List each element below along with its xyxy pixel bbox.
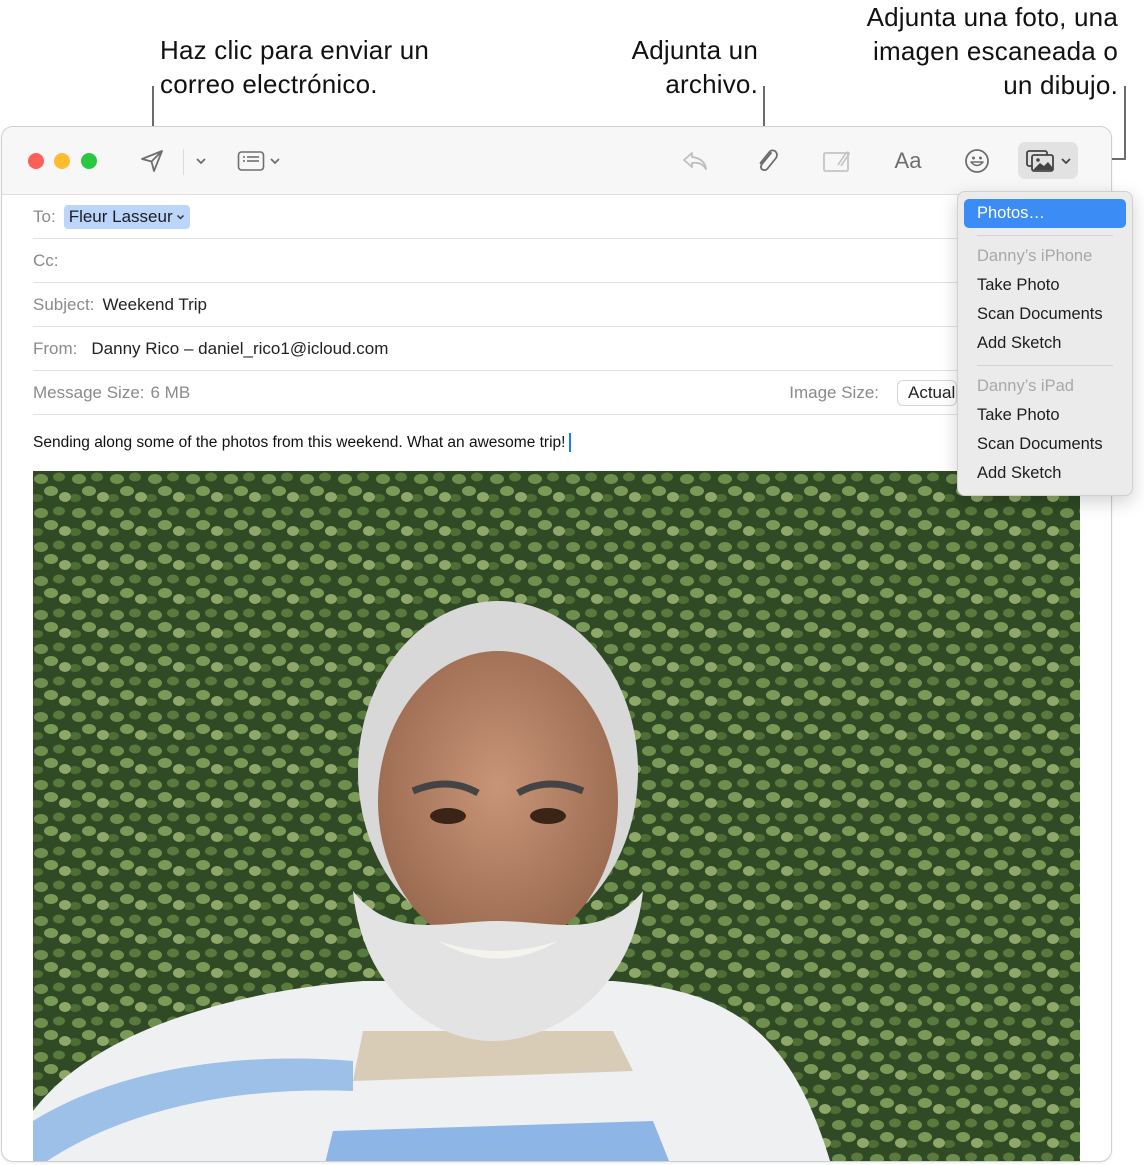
markup-button[interactable] [820, 145, 854, 177]
attach-button[interactable] [750, 145, 784, 177]
emoji-button[interactable] [960, 145, 994, 177]
chevron-down-icon [270, 158, 280, 165]
close-button[interactable] [28, 153, 44, 169]
callout-send-line-1: Haz clic para enviar un [160, 35, 430, 65]
callout-photo-pointer-v [1124, 86, 1126, 160]
menu-header-ipad: Danny’s iPad [977, 377, 1074, 395]
photo-browser-icon [1025, 149, 1054, 172]
menu-header-iphone: Danny’s iPhone [977, 247, 1093, 265]
message-body[interactable]: Sending along some of the photos from th… [33, 433, 572, 452]
menu-item-photos[interactable]: Photos… [964, 199, 1126, 228]
to-field[interactable]: To: Fleur Lasseur [33, 195, 1111, 239]
toolbar-separator [183, 149, 184, 175]
size-row: Message Size: 6 MB Image Size: Actual Si… [33, 371, 1111, 415]
paperclip-icon [759, 149, 778, 172]
subject-label: Subject: [33, 294, 95, 314]
reply-button[interactable] [678, 145, 712, 177]
menu-separator [977, 365, 1113, 366]
text-cursor [569, 433, 572, 452]
chevron-down-icon [176, 214, 184, 220]
message-body-text: Sending along some of the photos from th… [33, 433, 566, 451]
menu-item-iphone-add-sketch[interactable]: Add Sketch [964, 329, 1126, 358]
callout-attach-line-2: archivo. [665, 69, 758, 99]
callout-attach: Adjunta un archivo. [600, 33, 758, 101]
image-size-label: Image Size: [789, 382, 879, 402]
format-icon: Aa [894, 148, 922, 173]
menu-item-ipad-take-photo[interactable]: Take Photo [964, 401, 1126, 430]
header-fields-icon [237, 151, 265, 171]
attached-photo[interactable] [33, 471, 1080, 1161]
from-label: From: [33, 338, 78, 358]
minimize-button[interactable] [54, 153, 70, 169]
chevron-down-icon [1060, 157, 1071, 164]
format-button[interactable]: Aa [890, 145, 926, 177]
to-label: To: [33, 206, 56, 226]
photo-image [33, 471, 1080, 1161]
callout-attach-line-1: Adjunta un [631, 35, 758, 65]
from-field[interactable]: From: Danny Rico – daniel_rico1@icloud.c… [33, 327, 1111, 371]
callout-send-line-2: correo electrónico. [160, 69, 378, 99]
emoji-icon [965, 149, 989, 173]
header-fields-button[interactable] [234, 145, 284, 177]
callout-photo-line-1: Adjunta una foto, una [866, 2, 1118, 32]
toolbar: Aa [2, 127, 1111, 195]
chevron-down-icon [196, 158, 206, 165]
zoom-button[interactable] [81, 153, 97, 169]
recipient-name: Fleur Lasseur [68, 206, 173, 226]
menu-item-ipad-scan-documents[interactable]: Scan Documents [964, 430, 1126, 459]
reply-icon [683, 152, 707, 170]
send-button[interactable] [136, 145, 168, 177]
recipient-token[interactable]: Fleur Lasseur [63, 204, 190, 229]
callout-send: Haz clic para enviar un correo electróni… [160, 33, 429, 101]
subject-field[interactable]: Subject: Weekend Trip [33, 283, 1111, 327]
markup-icon [823, 151, 850, 172]
compose-window: Aa To: Fleur Lasseur Cc: Subject: Weeken… [1, 126, 1112, 1162]
menu-separator [977, 235, 1113, 236]
from-value[interactable]: Danny Rico – daniel_rico1@icloud.com [91, 339, 388, 359]
callout-photo-line-3: un dibujo. [1003, 70, 1118, 100]
photo-menu: Photos… Danny’s iPhone Take Photo Scan D… [957, 191, 1133, 496]
callout-photo-line-2: imagen escaneada o [872, 36, 1118, 66]
send-options-button[interactable] [192, 145, 210, 177]
cc-label: Cc: [33, 250, 59, 270]
callout-photo: Adjunta una foto, una imagen escaneada o… [820, 0, 1118, 102]
menu-item-iphone-take-photo[interactable]: Take Photo [964, 271, 1126, 300]
send-icon [141, 150, 163, 172]
image-size-select[interactable]: Actual Size [897, 379, 957, 406]
menu-item-iphone-scan-documents[interactable]: Scan Documents [964, 300, 1126, 329]
subject-value[interactable]: Weekend Trip [102, 295, 207, 315]
message-size-value: 6 MB [150, 382, 191, 402]
cc-field[interactable]: Cc: [33, 239, 1111, 283]
image-size-control: Image Size: Actual Size [789, 379, 957, 406]
menu-item-ipad-add-sketch[interactable]: Add Sketch [964, 459, 1126, 488]
message-size-label: Message Size: [33, 382, 145, 402]
photo-browser-button[interactable] [1018, 142, 1078, 179]
